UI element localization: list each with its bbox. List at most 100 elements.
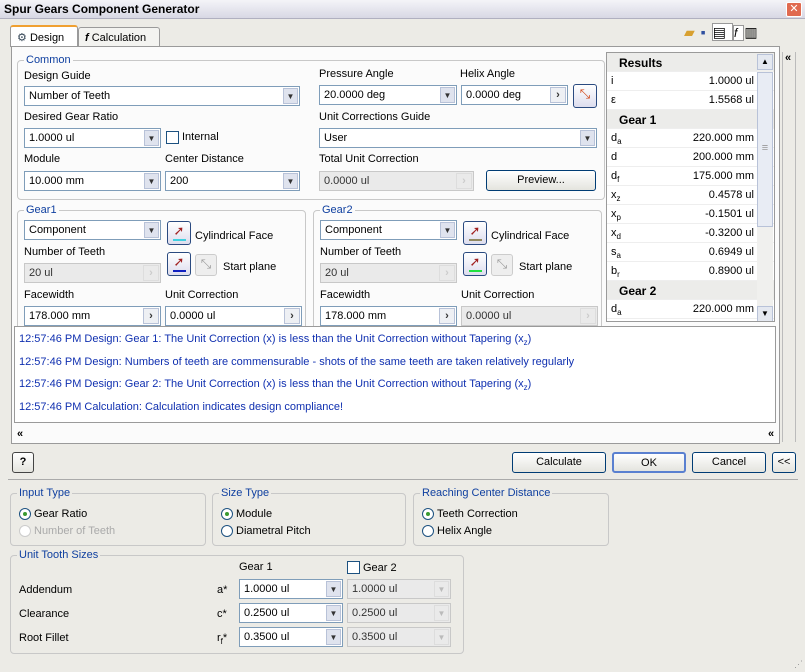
help-button[interactable]: ? — [12, 452, 34, 473]
gear1-unit-corr-input[interactable]: 0.0000 ul › — [165, 306, 302, 326]
scroll-down-icon[interactable]: ▼ — [757, 306, 773, 321]
internal-checkbox[interactable] — [166, 131, 179, 144]
radio-diametral-pitch[interactable] — [221, 525, 233, 537]
gear-ratio-label: Desired Gear Ratio — [24, 111, 119, 123]
calculate-button[interactable]: Calculate — [512, 452, 606, 473]
result-value: 220.000 mm — [692, 132, 754, 144]
value: 0.0000 deg — [466, 89, 522, 101]
radio-helix-angle[interactable] — [422, 525, 434, 537]
gear1-facewidth-input[interactable]: 178.000 mm › — [24, 306, 161, 326]
gear2-start-plane-button[interactable]: ➚ — [463, 252, 487, 276]
results-scrollbar[interactable]: ▲ ≡ ▼ — [757, 54, 773, 321]
result-value: 175.000 mm — [692, 170, 754, 182]
swap-helix-button[interactable]: ⤡ — [573, 84, 597, 108]
chevron-down-icon: ▼ — [326, 605, 341, 621]
gear1-group: Gear1 Component ▼ ➚ Cylindrical Face Numb… — [17, 204, 306, 330]
arrow-right-icon[interactable]: › — [550, 87, 566, 103]
value: 1.0000 ul — [29, 132, 75, 144]
message-text: ) — [527, 378, 532, 391]
result-key: i — [611, 75, 614, 87]
gear2-tooth-select: 0.3500 ul ▼ — [347, 627, 451, 647]
collapse-results-icon[interactable]: « — [783, 52, 791, 64]
flip-icon: ⤡ — [491, 254, 513, 276]
gear1-tooth-select[interactable]: 1.0000 ul ▼ — [239, 579, 343, 599]
close-button[interactable]: ✕ — [786, 2, 802, 17]
select-cursor-icon: ➚ — [173, 254, 185, 269]
fx-icon[interactable]: f — [732, 25, 745, 41]
center-distance-label: Center Distance — [165, 153, 244, 165]
gear2-facewidth-input[interactable]: 178.000 mm › — [320, 306, 457, 326]
radio-module[interactable] — [221, 508, 233, 520]
unit-corr-guide-select[interactable]: User ▼ — [319, 128, 597, 148]
resize-grip-icon[interactable]: ⋰ — [794, 659, 803, 670]
chevron-down-icon: ▼ — [326, 581, 341, 597]
arrow-right-icon[interactable]: › — [143, 308, 159, 324]
gear1-cylindrical-face-button[interactable]: ➚ — [167, 221, 191, 245]
gear2-type-select[interactable]: Component ▼ — [320, 220, 457, 240]
collapse-button[interactable]: << — [772, 452, 796, 473]
message-text: 12:57:46 PM Calculation: Calculation ind… — [19, 401, 344, 414]
gear1-tooth-select[interactable]: 0.3500 ul ▼ — [239, 627, 343, 647]
arrow-right-icon[interactable]: › — [439, 308, 455, 324]
value: 10.000 mm — [29, 175, 85, 187]
tab-calculation[interactable]: f Calculation — [78, 27, 160, 46]
radio-label: Teeth Correction — [437, 508, 518, 520]
expand-up-icon[interactable]: « — [768, 428, 774, 440]
total-unit-corr-input: 0.0000 ul › — [319, 171, 474, 191]
result-row: da 220.000 mm — [607, 129, 774, 148]
gear1-start-plane-button[interactable]: ➚ — [167, 252, 191, 276]
result-key: xp — [611, 208, 621, 223]
scroll-thumb[interactable]: ≡ — [757, 72, 773, 227]
common-group: Common Design Guide Number of Teeth ▼ Pre… — [17, 54, 605, 200]
group-title: Unit Tooth Sizes — [17, 549, 101, 561]
expand-down-icon[interactable]: « — [17, 428, 23, 440]
select-cursor-icon: ➚ — [173, 223, 185, 238]
center-distance-select[interactable]: 200 ▼ — [165, 171, 300, 191]
gear2-checkbox[interactable] — [347, 561, 360, 574]
message-line: 12:57:46 PM Design: Gear 1: The Unit Cor… — [19, 330, 771, 353]
internal-label: Internal — [182, 131, 219, 143]
unit-tooth-sizes-group: Unit Tooth Sizes Gear 1 Gear 2 Addendum … — [10, 549, 464, 654]
result-row: d 200.000 mm — [607, 148, 774, 167]
helix-angle-input[interactable]: 0.0000 deg › — [461, 85, 568, 105]
unit-corr-label: Unit Correction — [165, 289, 239, 301]
preview-button[interactable]: Preview... — [486, 170, 596, 191]
teeth-label: Number of Teeth — [320, 246, 402, 258]
value: 20.0000 deg — [324, 89, 386, 101]
gear2-cylindrical-face-button[interactable]: ➚ — [463, 221, 487, 245]
radio-gear-ratio[interactable] — [19, 508, 31, 520]
design-guide-select[interactable]: Number of Teeth ▼ — [24, 86, 300, 106]
tab-design[interactable]: ⚙ Design — [10, 25, 78, 47]
radio-teeth-correction[interactable] — [422, 508, 434, 520]
size-type-group: Size Type Module Diametral Pitch — [212, 487, 406, 546]
radio-label: Gear Ratio — [34, 508, 88, 520]
fx-icon: f — [85, 32, 89, 44]
value: 0.0000 ul — [324, 175, 370, 187]
chevron-down-icon: ▼ — [580, 130, 595, 146]
cancel-button[interactable]: Cancel — [692, 452, 766, 473]
message-log: 12:57:46 PM Design: Gear 1: The Unit Cor… — [14, 326, 776, 423]
module-select[interactable]: 10.000 mm ▼ — [24, 171, 161, 191]
value: 178.000 mm — [325, 310, 387, 322]
gear1-tooth-select[interactable]: 0.2500 ul ▼ — [239, 603, 343, 623]
ok-button[interactable]: OK — [612, 452, 686, 473]
gear2-teeth-input: 20 ul › — [320, 263, 457, 283]
result-value: 1.5568 ul — [708, 94, 754, 106]
save-icon[interactable]: ▪ — [701, 24, 712, 40]
arrow-right-icon[interactable]: › — [284, 308, 300, 324]
message-text: 12:57:46 PM Design: Numbers of teeth are… — [19, 355, 575, 368]
open-folder-icon[interactable]: ▰ — [684, 24, 701, 40]
gear1-type-select[interactable]: Component ▼ — [24, 220, 161, 240]
result-key: da — [611, 132, 622, 147]
pressure-angle-select[interactable]: 20.0000 deg ▼ — [319, 85, 457, 105]
scroll-up-icon[interactable]: ▲ — [757, 54, 773, 70]
properties-icon[interactable]: ▤ — [711, 23, 733, 41]
notes-icon[interactable]: ▥ — [744, 24, 763, 40]
result-row: df 175.000 mm — [607, 167, 774, 186]
message-text: ) — [527, 333, 532, 345]
cyl-face-label: Cylindrical Face — [491, 230, 570, 242]
tooth-row-label: Clearance — [19, 608, 70, 620]
title-bar: Spur Gears Component Generator — [0, 0, 805, 19]
radio-label: Diametral Pitch — [236, 525, 311, 537]
gear-ratio-select[interactable]: 1.0000 ul ▼ — [24, 128, 161, 148]
